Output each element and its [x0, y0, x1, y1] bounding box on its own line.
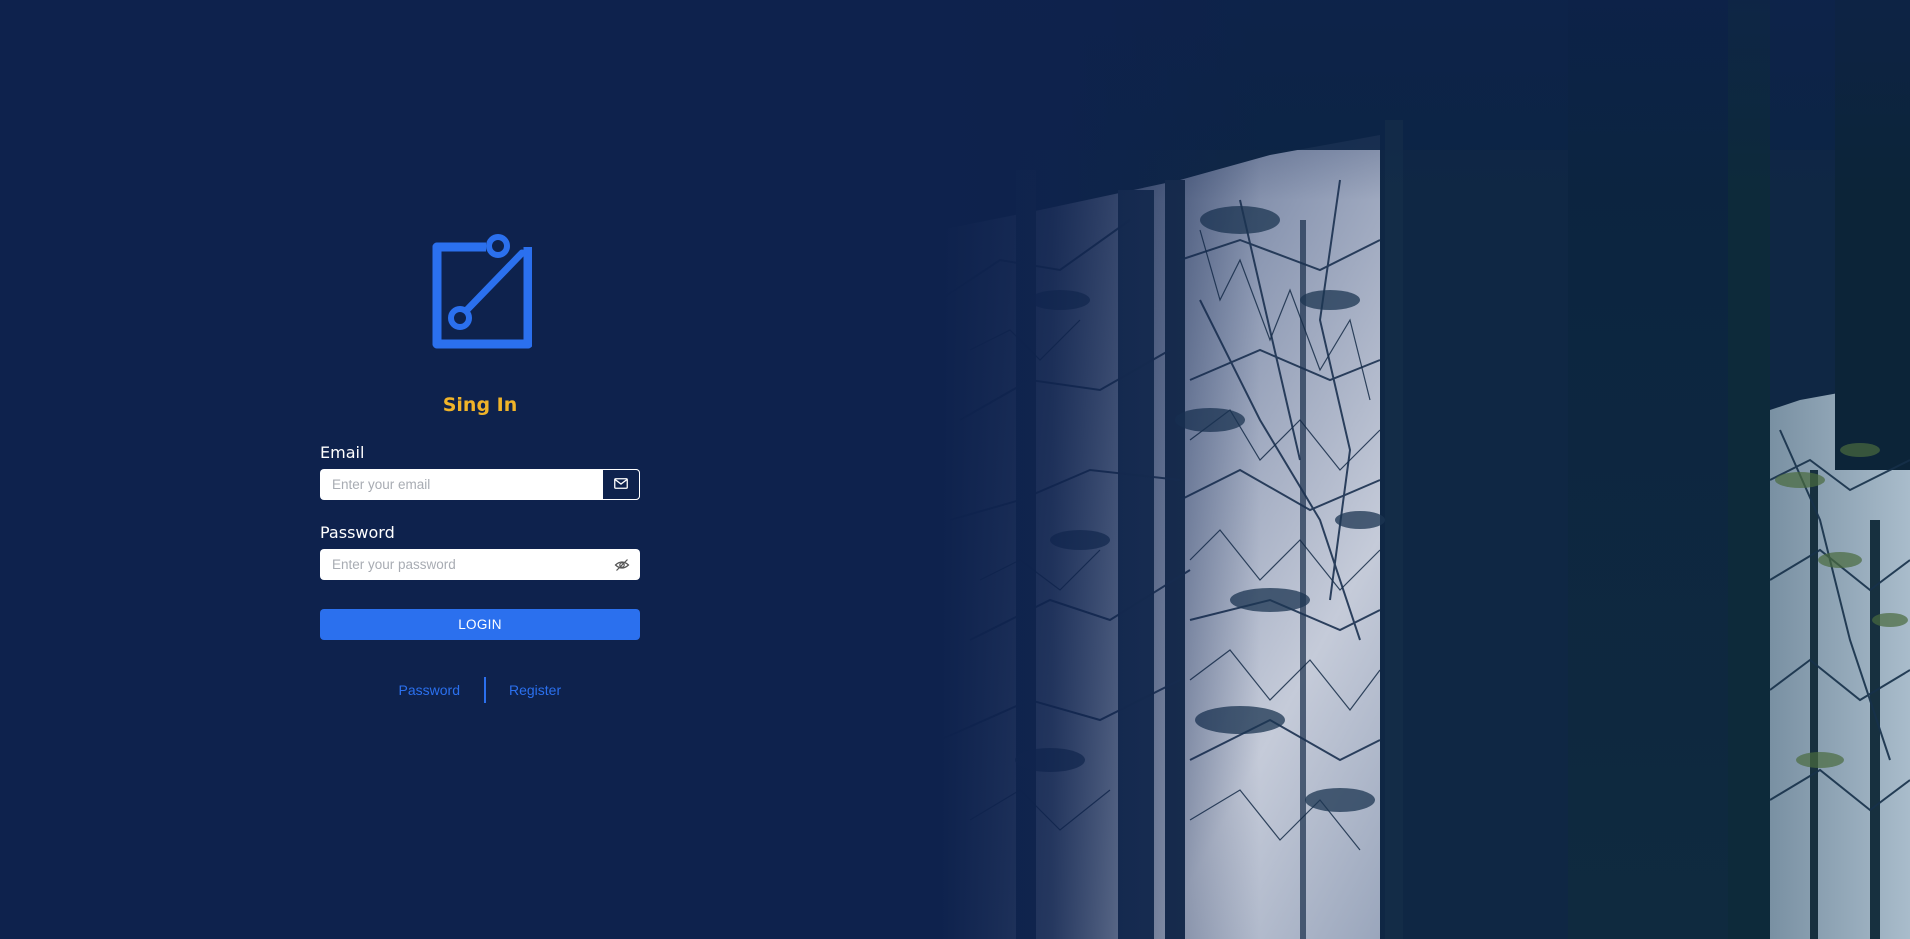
- login-page: Sing In Email Password: [0, 0, 1910, 939]
- signin-title: Sing In: [442, 394, 518, 416]
- email-input[interactable]: [320, 469, 602, 500]
- password-input[interactable]: [320, 549, 610, 580]
- envelope-icon: [614, 476, 628, 494]
- forest-background-image: [940, 0, 1910, 939]
- links-divider: [484, 677, 486, 703]
- eye-slash-icon[interactable]: [614, 557, 630, 573]
- email-label: Email: [320, 443, 365, 462]
- email-input-group: [320, 469, 640, 500]
- auth-links: Password Register: [320, 677, 640, 703]
- register-link[interactable]: Register: [509, 682, 561, 698]
- password-input-group: [320, 549, 640, 580]
- email-addon: [602, 469, 640, 500]
- edit-square-icon: [428, 232, 533, 350]
- forgot-password-link[interactable]: Password: [399, 682, 460, 698]
- login-button[interactable]: LOGIN: [320, 609, 640, 640]
- password-label: Password: [320, 523, 395, 542]
